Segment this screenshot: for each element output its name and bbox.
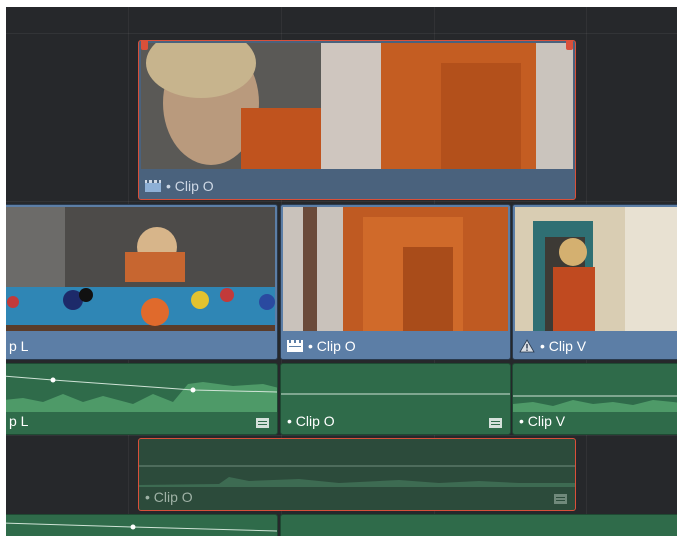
audio-waveform xyxy=(6,522,277,532)
audio-clip-l-a3[interactable] xyxy=(6,514,278,536)
timeline-view[interactable]: • Clip O p L • Clip O • Clip V p L • Cli… xyxy=(6,7,677,536)
clip-name: • Clip O xyxy=(145,489,193,505)
clip-name: • Clip O xyxy=(287,413,335,429)
clip-thumbnail xyxy=(141,43,573,169)
clip-name: • Clip V xyxy=(540,338,587,354)
audio-clip-menu-icon[interactable] xyxy=(554,494,567,504)
clip-name: • Clip O xyxy=(166,178,214,194)
marker-right xyxy=(566,41,573,50)
clip-label: • Clip O xyxy=(145,489,193,505)
clip-name: • Clip O xyxy=(308,338,356,354)
audio-clip-l[interactable]: p L xyxy=(6,363,278,435)
track-divider xyxy=(6,33,677,34)
track-divider xyxy=(6,435,677,436)
clip-label: • Clip O xyxy=(287,413,335,429)
clip-label: p L xyxy=(9,338,28,354)
audio-waveform xyxy=(281,393,510,395)
audio-clip-o-a2[interactable]: • Clip O xyxy=(138,438,576,511)
clip-label: • Clip V xyxy=(519,338,586,354)
video-clip-o-v2[interactable]: • Clip O xyxy=(138,40,576,200)
audio-clip-o-a3[interactable] xyxy=(280,514,677,536)
clip-thumbnail xyxy=(6,207,275,331)
audio-clip-menu-icon[interactable] xyxy=(256,418,269,428)
clip-label: • Clip O xyxy=(287,338,356,354)
clapper-icon xyxy=(145,180,161,192)
audio-waveform xyxy=(513,395,677,412)
marker-left xyxy=(141,41,148,50)
audio-clip-v[interactable]: • Clip V xyxy=(512,363,677,435)
thumbnail-image xyxy=(6,207,275,331)
video-clip-o[interactable]: • Clip O xyxy=(280,204,511,360)
audio-clip-o[interactable]: • Clip O xyxy=(280,363,511,435)
warning-icon xyxy=(519,339,535,353)
clip-label: • Clip O xyxy=(145,178,214,194)
video-clip-l[interactable]: p L xyxy=(6,204,278,360)
clip-name: p L xyxy=(9,413,29,429)
clip-label: • Clip V xyxy=(519,413,565,429)
audio-waveform xyxy=(139,465,575,487)
thumbnail-image xyxy=(515,207,677,331)
audio-clip-menu-icon[interactable] xyxy=(489,418,502,428)
clapper-icon xyxy=(287,340,303,352)
audio-waveform xyxy=(6,375,277,412)
clip-thumbnail xyxy=(283,207,508,331)
clip-label: p L xyxy=(9,413,28,429)
clip-name: p L xyxy=(9,338,29,354)
track-divider xyxy=(6,201,677,202)
clip-thumbnail xyxy=(515,207,677,331)
video-clip-v[interactable]: • Clip V xyxy=(512,204,677,360)
clip-name: • Clip V xyxy=(519,413,566,429)
thumbnail-image xyxy=(141,43,573,169)
thumbnail-image xyxy=(283,207,508,331)
